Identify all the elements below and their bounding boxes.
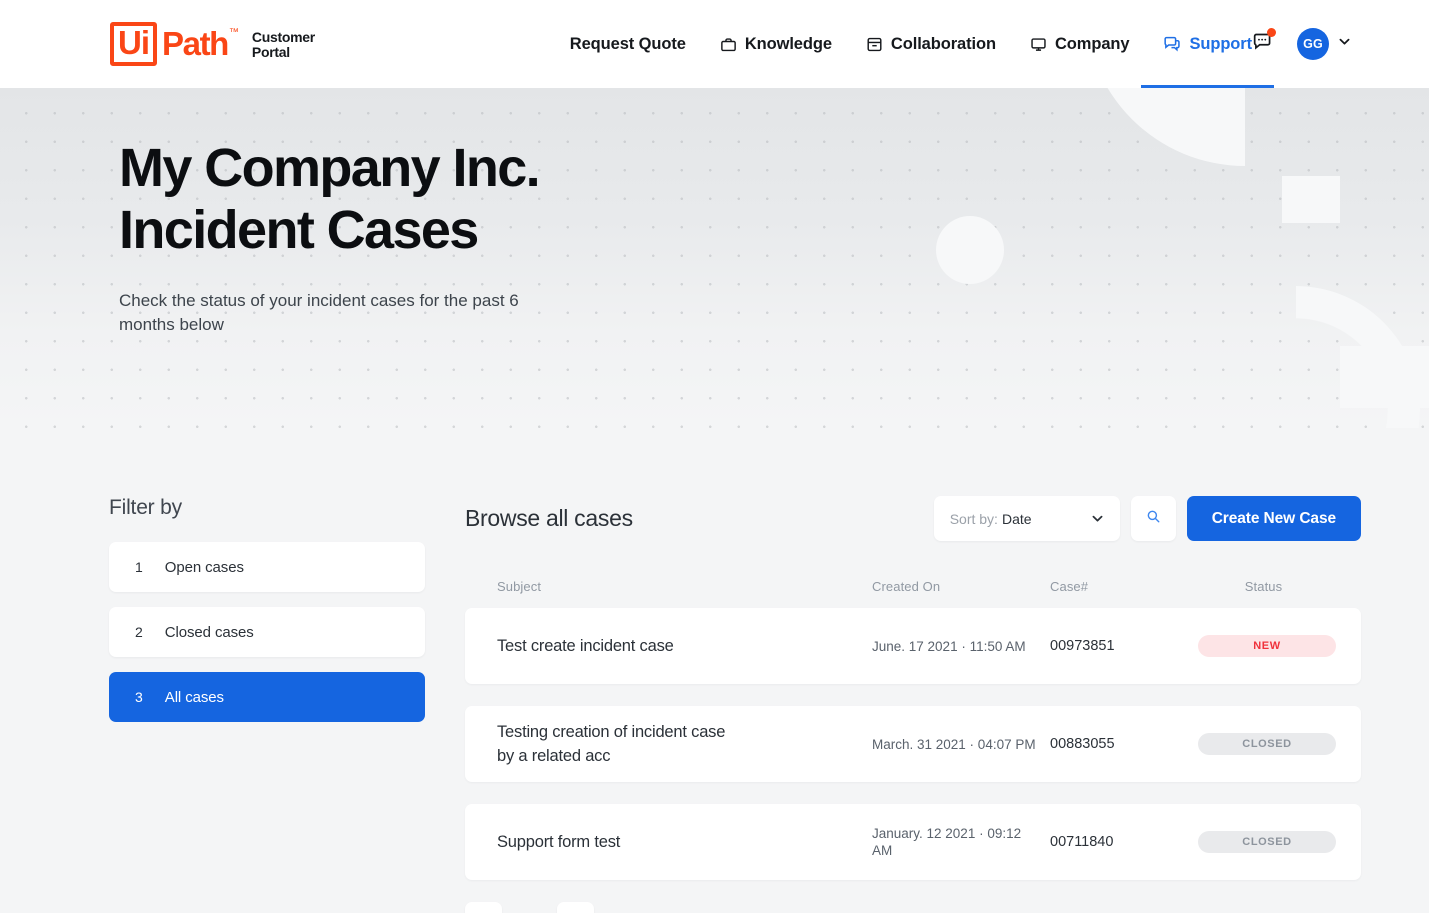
pagination-prev-button[interactable]	[465, 902, 502, 913]
cases-panel: Browse all cases Sort by: Date Create Ne…	[465, 496, 1361, 913]
notification-dot	[1267, 28, 1276, 37]
top-navigation-bar: Ui Path ™ Customer Portal Request Quote …	[0, 0, 1429, 88]
nav-label-company: Company	[1054, 34, 1130, 53]
filter-index: 1	[135, 559, 143, 575]
nav-label-support: Support	[1189, 34, 1252, 53]
nav-label-collaboration: Collaboration	[890, 34, 996, 53]
status-badge: CLOSED	[1198, 831, 1336, 853]
table-row[interactable]: Test create incident case June. 17 2021 …	[465, 608, 1361, 684]
sort-label: Sort by:	[949, 510, 998, 527]
cell-subject: Testing creation of incident case by a r…	[497, 723, 726, 765]
cell-case-number: 00973851	[1050, 638, 1115, 654]
cell-subject: Support form test	[497, 833, 621, 851]
sidebar-item-open-cases[interactable]: 1 Open cases	[109, 542, 425, 592]
nav-item-company[interactable]: Company	[1030, 0, 1130, 88]
nav-label-request-quote: Request Quote	[569, 34, 686, 53]
primary-nav: Request Quote Knowledge Collaboration Co…	[570, 0, 1274, 88]
filter-heading: Filter by	[109, 496, 182, 519]
user-menu[interactable]: GG	[1297, 28, 1351, 60]
page-subtitle: Check the status of your incident cases …	[119, 291, 519, 334]
status-badge: NEW	[1198, 635, 1336, 657]
sort-dropdown[interactable]: Sort by: Date	[933, 496, 1120, 541]
page-title: My Company Inc. Incident Cases	[119, 138, 541, 260]
filter-label: All cases	[164, 688, 224, 706]
nav-item-request-quote[interactable]: Request Quote	[570, 0, 686, 88]
pagination: 1	[465, 902, 1361, 913]
avatar: GG	[1297, 28, 1329, 60]
column-header-created-on: Created On	[872, 578, 941, 594]
cell-status: CLOSED	[1198, 733, 1336, 755]
sort-value: Date	[1001, 510, 1032, 527]
cell-case-number: 00711840	[1050, 834, 1114, 850]
brand-subtitle: Customer Portal	[251, 29, 315, 60]
cell-status: NEW	[1198, 635, 1336, 657]
monitor-icon	[1030, 36, 1047, 53]
status-badge: CLOSED	[1198, 733, 1336, 755]
toolbar-actions: Sort by: Date Create New Case	[933, 496, 1361, 541]
filter-label: Open cases	[164, 558, 244, 576]
pagination-next-button[interactable]	[557, 902, 594, 913]
table-header-row: Subject Created On Case# Status	[465, 573, 1361, 599]
briefcase-icon	[720, 36, 737, 53]
filter-sidebar: Filter by 1 Open cases 2 Closed cases 3 …	[109, 496, 425, 913]
table-row[interactable]: Testing creation of incident case by a r…	[465, 706, 1361, 782]
decor-square-2	[1340, 346, 1429, 408]
logo-ui-box: Ui	[110, 22, 157, 66]
cell-created-on: January. 12 2021 · 09:12 AM	[872, 826, 1022, 858]
create-new-case-button[interactable]: Create New Case	[1186, 496, 1361, 541]
hero-content: My Company Inc. Incident Cases Check the…	[0, 88, 1429, 337]
chevron-down-icon	[1338, 35, 1351, 53]
nav-item-support[interactable]: Support	[1141, 0, 1274, 88]
cell-subject: Test create incident case	[497, 637, 674, 655]
cell-case-number: 00883055	[1050, 736, 1115, 752]
uipath-logo-mark: Ui Path ™	[110, 22, 239, 66]
nav-item-knowledge[interactable]: Knowledge	[720, 0, 832, 88]
trademark-icon: ™	[228, 27, 239, 38]
nav-right-cluster: GG	[1252, 28, 1351, 60]
archive-icon	[866, 36, 883, 53]
brand-logo[interactable]: Ui Path ™ Customer Portal	[110, 22, 354, 66]
column-header-status: Status	[1244, 578, 1283, 594]
cases-heading: Browse all cases	[465, 505, 633, 531]
search-button[interactable]	[1130, 496, 1176, 541]
chevron-down-icon	[1091, 512, 1104, 525]
messages-button[interactable]	[1252, 28, 1276, 57]
cell-created-on: June. 17 2021 · 11:50 AM	[872, 638, 1026, 654]
column-header-subject: Subject	[497, 578, 542, 594]
sidebar-item-closed-cases[interactable]: 2 Closed cases	[109, 607, 425, 657]
logo-path-text: Path	[162, 25, 229, 62]
hero-banner: My Company Inc. Incident Cases Check the…	[0, 88, 1429, 428]
cell-created-on: March. 31 2021 · 04:07 PM	[872, 736, 1036, 752]
table-row[interactable]: Support form test January. 12 2021 · 09:…	[465, 804, 1361, 880]
nav-label-knowledge: Knowledge	[744, 34, 832, 53]
filter-index: 3	[135, 689, 143, 705]
filter-label: Closed cases	[164, 623, 254, 641]
sidebar-item-all-cases[interactable]: 3 All cases	[109, 672, 425, 722]
cell-status: CLOSED	[1198, 831, 1336, 853]
pagination-page-1[interactable]: 1	[511, 902, 548, 913]
search-icon	[1146, 509, 1161, 529]
decor-u-shape	[888, 346, 1112, 428]
chat-support-icon	[1163, 35, 1181, 53]
column-header-case: Case#	[1050, 578, 1089, 594]
nav-item-collaboration[interactable]: Collaboration	[866, 0, 996, 88]
filter-index: 2	[135, 624, 143, 640]
main-content: Filter by 1 Open cases 2 Closed cases 3 …	[0, 428, 1429, 913]
cases-toolbar: Browse all cases Sort by: Date Create Ne…	[465, 496, 1361, 541]
